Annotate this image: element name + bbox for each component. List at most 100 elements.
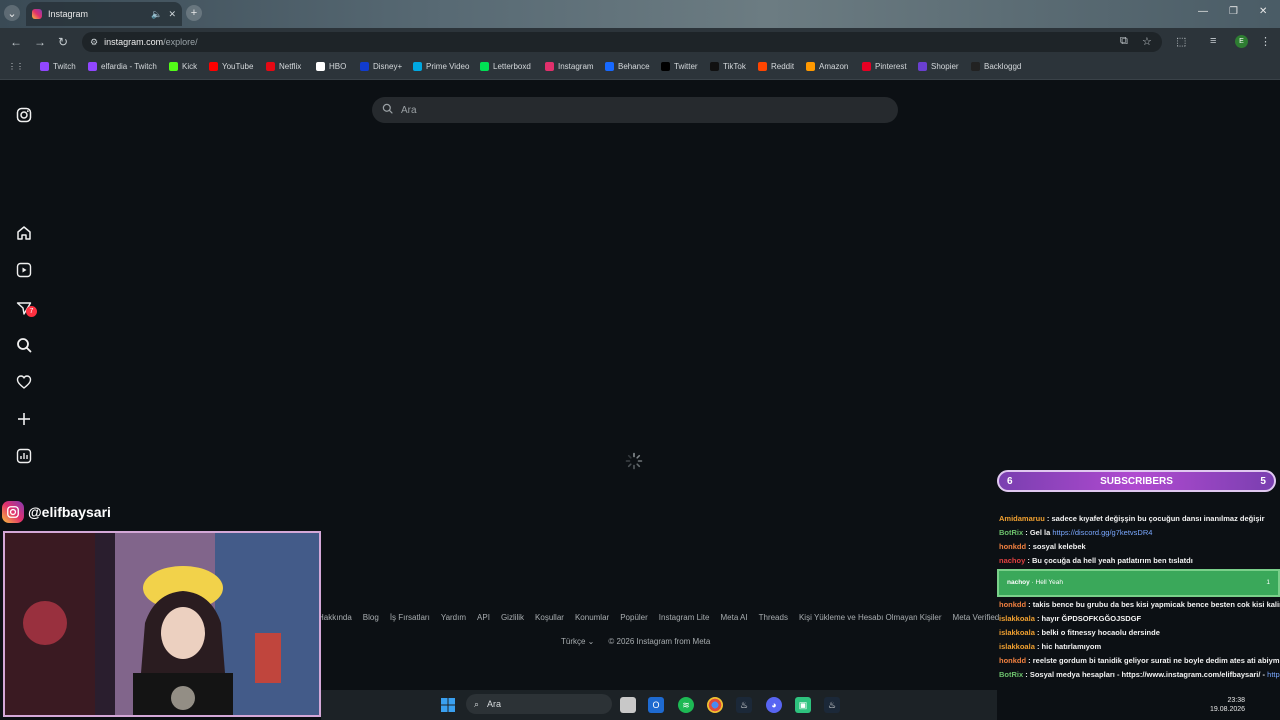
footer-link[interactable]: Meta Verified: [953, 613, 1000, 622]
footer-link[interactable]: Yardım: [441, 613, 466, 622]
system-clock[interactable]: 23:38 19.08.2026: [1210, 696, 1245, 714]
bookmark-pinterest[interactable]: Pinterest: [862, 62, 907, 71]
chrome-icon[interactable]: [707, 697, 723, 713]
plus-icon[interactable]: [15, 410, 33, 428]
chat-link[interactable]: https://discord.gg/g7ketvsDR4: [1052, 528, 1152, 537]
bookmark-reddit[interactable]: Reddit: [758, 62, 794, 71]
footer-link[interactable]: API: [477, 613, 490, 622]
chat-message: honkdd : sosyal kelebek: [999, 542, 1086, 551]
discord-icon[interactable]: ◕: [766, 697, 782, 713]
home-icon[interactable]: [15, 224, 33, 242]
outlook-icon[interactable]: O: [648, 697, 664, 713]
bookmark-favicon-icon: [169, 62, 178, 71]
url-host: instagram.com: [104, 37, 164, 47]
bookmark-netflix[interactable]: Netflix: [266, 62, 301, 71]
bookmark-elfardia-twitch[interactable]: elfardia - Twitch: [88, 62, 157, 71]
chat-message: honkdd : reelste gordum bi tanidik geliy…: [997, 654, 1280, 668]
new-tab-button[interactable]: +: [186, 5, 202, 21]
reload-icon[interactable]: ↻: [58, 35, 68, 49]
footer-link[interactable]: Gizlilik: [501, 613, 524, 622]
bookmark-letterboxd[interactable]: Letterboxd: [480, 62, 531, 71]
task-view-icon[interactable]: [620, 697, 636, 713]
install-app-icon[interactable]: ⧉: [1120, 35, 1128, 48]
chat-username[interactable]: islakkoala: [999, 642, 1035, 651]
chat-username[interactable]: honkdd: [999, 542, 1026, 551]
chat-username[interactable]: Amidamaruu: [999, 514, 1045, 523]
bookmark-favicon-icon: [266, 62, 275, 71]
chat-username[interactable]: BotRix: [999, 528, 1023, 537]
bookmark-label: elfardia - Twitch: [101, 62, 157, 71]
reels-icon[interactable]: [15, 261, 33, 279]
language-select[interactable]: Türkçe ⌄: [561, 637, 594, 646]
footer-link[interactable]: Meta AI: [720, 613, 747, 622]
bookmark-prime-video[interactable]: Prime Video: [413, 62, 469, 71]
bookmark-instagram[interactable]: Instagram: [545, 62, 594, 71]
bookmark-star-icon[interactable]: ☆: [1142, 35, 1152, 48]
chat-username[interactable]: islakkoala: [999, 614, 1035, 623]
bookmark-favicon-icon: [710, 62, 719, 71]
bookmark-disney-[interactable]: Disney+: [360, 62, 402, 71]
chat-username[interactable]: honkdd: [999, 656, 1026, 665]
footer-link[interactable]: İş Fırsatları: [390, 613, 430, 622]
spotify-icon[interactable]: ≋: [678, 697, 694, 713]
bookmark-youtube[interactable]: YouTube: [209, 62, 253, 71]
footer-link[interactable]: Instagram Lite: [659, 613, 710, 622]
reading-list-icon[interactable]: ≡: [1210, 35, 1216, 47]
menu-icon[interactable]: ⋮: [1260, 35, 1271, 48]
forward-icon[interactable]: →: [34, 35, 46, 49]
loading-spinner-icon: [625, 452, 643, 470]
minimize-icon[interactable]: —: [1198, 6, 1208, 17]
bookmark-label: Netflix: [279, 62, 302, 71]
clock-date: 19.08.2026: [1210, 706, 1246, 713]
footer-link[interactable]: Koşullar: [535, 613, 564, 622]
search-input[interactable]: Ara: [372, 97, 898, 123]
heart-icon[interactable]: [15, 373, 33, 391]
footer-link[interactable]: Popüler: [620, 613, 648, 622]
footer-link[interactable]: Blog: [363, 613, 379, 622]
bookmark-favicon-icon: [480, 62, 489, 71]
chat-text: hic hatırlamıyom: [1041, 642, 1102, 651]
footer-link[interactable]: Konumlar: [575, 613, 609, 622]
bookmark-behance[interactable]: Behance: [605, 62, 650, 71]
close-window-icon[interactable]: ✕: [1259, 6, 1267, 17]
taskbar-search[interactable]: ⌕ Ara: [466, 694, 612, 714]
taskbar-search-placeholder: Ara: [487, 699, 502, 709]
footer-link[interactable]: Threads: [759, 613, 788, 622]
bookmark-twitch[interactable]: Twitch: [40, 62, 76, 71]
chat-username[interactable]: islakkoala: [999, 628, 1035, 637]
bookmark-twitter[interactable]: Twitter: [661, 62, 698, 71]
bookmark-tiktok[interactable]: TikTok: [710, 62, 746, 71]
chat-username[interactable]: nachoy: [999, 556, 1025, 565]
instagram-logo-icon[interactable]: [15, 106, 33, 124]
search-icon[interactable]: [15, 336, 33, 354]
chat-username[interactable]: honkdd: [999, 600, 1026, 609]
tab-search-icon[interactable]: ⌄: [4, 5, 20, 21]
restore-icon[interactable]: ❐: [1229, 6, 1238, 17]
profile-avatar[interactable]: E: [1235, 35, 1248, 48]
app-icon[interactable]: ▣: [795, 697, 811, 713]
bookmark-hbo[interactable]: HBO: [316, 62, 346, 71]
steam-icon[interactable]: ♨: [736, 697, 752, 713]
site-info-icon[interactable]: ⚙: [90, 37, 98, 48]
footer-link[interactable]: Hakkında: [318, 613, 352, 622]
bookmark-label: Backloggd: [984, 62, 1022, 71]
insights-icon[interactable]: [15, 447, 33, 465]
steam-icon-2[interactable]: ♨: [824, 697, 840, 713]
tab-instagram[interactable]: Instagram 🔈 ✕: [26, 2, 182, 26]
bookmark-amazon[interactable]: Amazon: [806, 62, 848, 71]
close-tab-icon[interactable]: ✕: [168, 9, 176, 20]
speaker-icon[interactable]: 🔈: [151, 9, 162, 20]
footer-link[interactable]: Kişi Yükleme ve Hesabı Olmayan Kişiler: [799, 613, 942, 622]
apps-icon[interactable]: ⋮⋮: [8, 62, 24, 71]
chat-message: islakkoala : belki o fitnessy hocaolu de…: [999, 628, 1160, 637]
chat-username[interactable]: BotRix: [999, 670, 1023, 679]
bookmark-shopier[interactable]: Shopier: [918, 62, 959, 71]
handle-text: @elifbaysari: [28, 504, 111, 520]
back-icon[interactable]: ←: [10, 35, 22, 49]
address-bar[interactable]: ⚙ instagram.com/explore/: [82, 32, 1162, 52]
chat-link[interactable]: https://twitter.com/elfardia: [1267, 670, 1280, 679]
extensions-icon[interactable]: ⬚: [1176, 35, 1186, 48]
start-icon[interactable]: [440, 697, 456, 713]
bookmark-kick[interactable]: Kick: [169, 62, 197, 71]
bookmark-backloggd[interactable]: Backloggd: [971, 62, 1021, 71]
